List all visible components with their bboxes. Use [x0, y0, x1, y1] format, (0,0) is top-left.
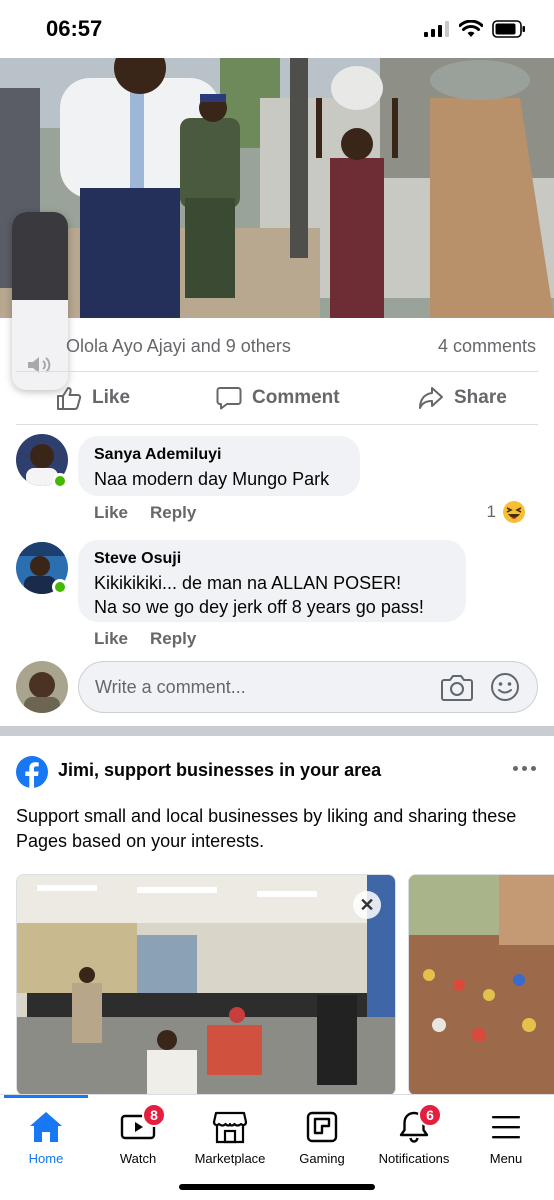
nav-label-marketplace: Marketplace [194, 1151, 266, 1166]
suggestions-description: Support small and local businesses by li… [16, 806, 517, 851]
hamburger-menu-icon [492, 1116, 520, 1139]
nav-label-notifications: Notifications [378, 1151, 450, 1166]
more-options-icon[interactable] [513, 766, 536, 771]
write-comment-placeholder: Write a comment... [95, 677, 246, 697]
speech-bubble-icon [216, 387, 242, 410]
comment-actions: Like Reply [94, 629, 196, 649]
status-time: 06:57 [46, 16, 103, 41]
business-page-card[interactable] [408, 874, 554, 1096]
nav-item-watch[interactable]: 8 Watch [92, 1095, 184, 1175]
comment-button-label: Comment [252, 387, 340, 408]
write-comment-row: Write a comment... [0, 660, 554, 716]
home-icon [30, 1112, 62, 1142]
cellular-signal-icon [424, 21, 449, 37]
status-bar: 06:57 [0, 0, 554, 58]
status-icons [424, 20, 526, 38]
share-button[interactable]: Share [418, 374, 507, 422]
comment-like-link[interactable]: Like [94, 503, 128, 523]
suggestions-header: Jimi, support businesses in your area [0, 752, 554, 792]
like-button-label: Like [92, 387, 131, 408]
comment-reply-link[interactable]: Reply [150, 629, 196, 649]
share-arrow-icon [419, 387, 443, 409]
share-button-label: Share [454, 387, 507, 408]
comment-reply-link[interactable]: Reply [150, 503, 196, 523]
home-indicator [179, 1184, 375, 1190]
write-comment-input[interactable]: Write a comment... [78, 661, 538, 713]
nav-item-menu[interactable]: Menu [460, 1095, 552, 1175]
nav-label-gaming: Gaming [299, 1151, 345, 1166]
active-tab-indicator [4, 1095, 88, 1098]
wifi-icon [459, 20, 483, 37]
comment-item: Steve Osuji Kikikikiki... de man na ALLA… [0, 540, 554, 656]
nav-label-menu: Menu [489, 1151, 523, 1166]
post-photo[interactable] [0, 58, 554, 318]
comment-bubble[interactable]: Sanya Ademiluyi Naa modern day Mungo Par… [78, 436, 360, 496]
avatar-photo [16, 661, 68, 713]
comment-text: Naa modern day Mungo Park [94, 469, 330, 489]
close-card-button[interactable]: ✕ [353, 891, 381, 919]
comment-bubble[interactable]: Steve Osuji Kikikikiki... de man na ALLA… [78, 540, 466, 622]
comment-text-line: Kikikikiki... de man na ALLAN POSER! [94, 573, 402, 593]
reactions-names[interactable]: Olola Ayo Ajayi and 9 others [66, 336, 291, 357]
nav-label-watch: Watch [119, 1151, 157, 1166]
thumbs-up-icon [57, 387, 82, 410]
battery-icon [492, 20, 525, 38]
nav-item-home[interactable]: Home [0, 1095, 92, 1175]
reaction-count-number: 1 [486, 502, 496, 521]
gaming-icon [306, 1111, 338, 1143]
comment-text-line: Na so we go dey jerk off 8 years go pass… [94, 597, 424, 617]
emoji-icon[interactable] [490, 672, 520, 702]
bottom-navigation: Home 8 Watch Marketplace Gaming 6 Notifi… [0, 1094, 554, 1200]
facebook-logo-icon [16, 756, 48, 788]
online-status-dot [52, 579, 68, 595]
comment-button[interactable]: Comment [216, 374, 340, 422]
divider [16, 371, 538, 372]
business-page-card[interactable]: ✕ [16, 874, 396, 1096]
volume-slider-track [12, 212, 68, 300]
divider [16, 424, 538, 425]
post-reactions-row: Olola Ayo Ajayi and 9 others 4 comments [0, 326, 554, 366]
suggestions-title: Jimi, support businesses in your area [58, 760, 382, 780]
nav-item-gaming[interactable]: Gaming [276, 1095, 368, 1175]
nav-item-notifications[interactable]: 6 Notifications [368, 1095, 460, 1175]
business-page-photo [409, 875, 554, 1095]
nav-label-home: Home [28, 1151, 64, 1166]
notifications-badge: 6 [418, 1103, 442, 1127]
comment-reaction-count[interactable]: 1 [487, 500, 526, 524]
comment-like-link[interactable]: Like [94, 629, 128, 649]
post-action-bar: Like Comment Share [0, 374, 554, 422]
current-user-avatar [16, 661, 68, 713]
business-page-photo [17, 875, 395, 1095]
haha-emoji-icon [503, 501, 525, 523]
watch-badge: 8 [142, 1103, 166, 1127]
section-separator [0, 726, 554, 736]
comment-item: Sanya Ademiluyi Naa modern day Mungo Par… [0, 434, 554, 526]
online-status-dot [52, 473, 68, 489]
nav-item-marketplace[interactable]: Marketplace [184, 1095, 276, 1175]
comment-actions: Like Reply [94, 503, 196, 523]
like-button[interactable]: Like [56, 374, 130, 422]
post-photo-illustration [0, 58, 554, 318]
comment-author[interactable]: Sanya Ademiluyi [94, 446, 344, 464]
comments-count[interactable]: 4 comments [438, 336, 536, 357]
storefront-icon [212, 1111, 248, 1144]
camera-icon[interactable] [441, 673, 473, 701]
comment-author[interactable]: Steve Osuji [94, 550, 450, 568]
